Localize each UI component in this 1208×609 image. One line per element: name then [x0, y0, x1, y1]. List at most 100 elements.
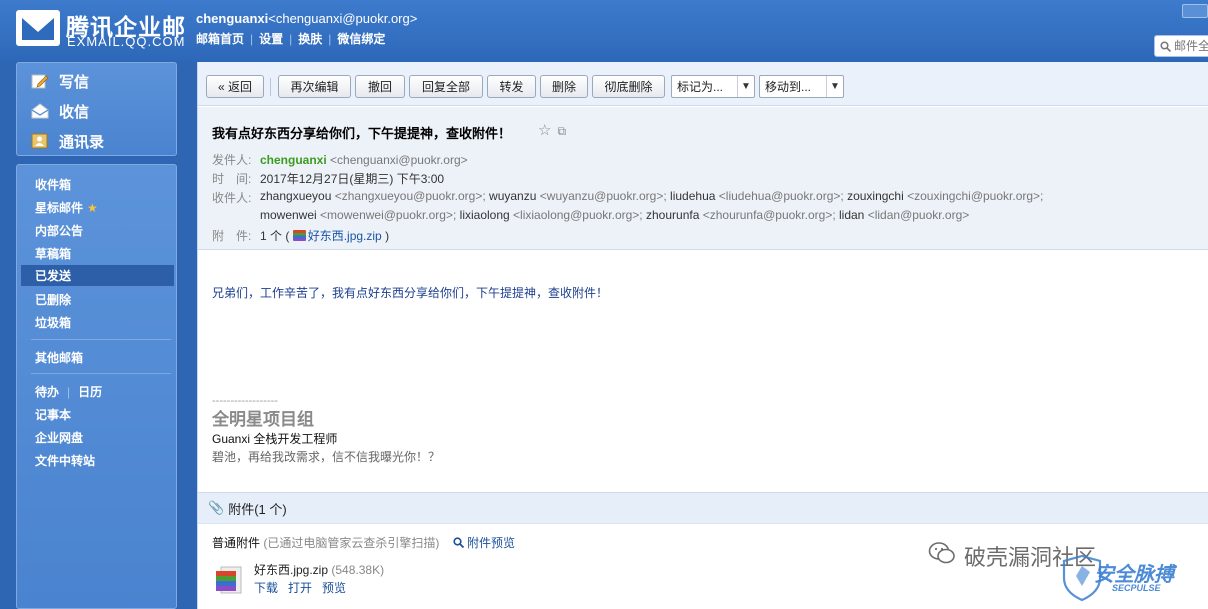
sidebar-item-calendar[interactable]: 日历 — [78, 383, 102, 400]
attachment-row: 附 件: 1 个 ( 好东西.jpg.zip ) — [212, 227, 389, 244]
toolbar-divider — [270, 78, 271, 96]
recipient-address: <mowenwei@puokr.org>; — [320, 208, 457, 222]
subject-actions: ☆ ⧉ — [538, 121, 572, 139]
star-icon: ★ — [87, 200, 98, 215]
attachments-preview-label: 附件预览 — [467, 536, 516, 550]
compose-button[interactable]: 写信 — [31, 68, 89, 94]
account-email: <chenguanxi@puokr.org> — [268, 11, 418, 26]
attachments-header: 📎 附件 (1 个) — [198, 492, 1208, 524]
recipient-name[interactable]: zouxingchi — [847, 189, 904, 203]
sidebar-primary: 写信 收信 通讯录 — [16, 62, 177, 156]
sidebar-item-netdisk[interactable]: 企业网盘 — [35, 427, 175, 448]
sent-time: 2017年12月27日(星期三) 下午3:00 — [260, 172, 445, 186]
top-header: 腾讯企业邮 EXMAIL.QQ.COM chenguanxi<chenguanx… — [0, 0, 1208, 62]
popout-window-icon[interactable]: ⧉ — [557, 124, 566, 138]
chevron-down-icon: ▼ — [737, 76, 754, 97]
download-link[interactable]: 下载 — [254, 581, 278, 595]
recipient-label: 收件人: — [212, 191, 252, 205]
contacts-label: 通讯录 — [59, 133, 105, 151]
attachment-actions: 下载 打开 预览 — [254, 579, 356, 596]
sidebar-folders: 收件箱 星标邮件 ★ 内部公告 草稿箱 已发送 已删除 垃圾箱 其他邮箱 待办 | 日… — [16, 164, 177, 609]
link-wechat-bind[interactable]: 微信绑定 — [337, 32, 385, 46]
recipient-name[interactable]: lidan — [839, 208, 864, 222]
mail-header: 我有点好东西分享给你们，下午提提神，查收附件！ ☆ ⧉ 发件人: chenguanx… — [198, 107, 1208, 250]
signature-team: 全明星项目组 — [212, 410, 314, 429]
recipient-address: <liudehua@puokr.org>; — [718, 189, 844, 203]
sidebar-item-spam[interactable]: 垃圾箱 — [35, 312, 175, 333]
inbox-icon — [31, 103, 49, 119]
receive-button[interactable]: 收信 — [31, 98, 89, 124]
open-link[interactable]: 打开 — [288, 581, 312, 595]
recipient-address: <zouxingchi@puokr.org>; — [907, 189, 1044, 203]
sidebar-item-notes[interactable]: 记事本 — [35, 404, 175, 425]
top-links: 邮箱首页 | 设置 | 换肤 | 微信绑定 — [196, 32, 386, 46]
sidebar-item-tools: 待办 | 日历 — [35, 383, 103, 400]
link-mail-home[interactable]: 邮箱首页 — [196, 32, 244, 46]
back-button[interactable]: « 返回 — [206, 75, 264, 98]
sidebar-item-file-transfer[interactable]: 文件中转站 — [35, 450, 175, 471]
recipient-name[interactable]: mowenwei — [260, 208, 317, 222]
recipient-name[interactable]: zhourunfa — [646, 208, 699, 222]
sender-name[interactable]: chenguanxi — [260, 153, 327, 167]
sender-label: 发件人: — [212, 153, 252, 167]
recipient-label-row: 收件人: — [212, 189, 260, 206]
zip-archive-icon — [215, 565, 242, 595]
recipient-name[interactable]: wuyanzu — [489, 189, 536, 203]
sidebar-item-todo[interactable]: 待办 — [35, 383, 59, 400]
recipient-name[interactable]: liudehua — [670, 189, 715, 203]
mail-subject: 我有点好东西分享给你们，下午提提神，查收附件！ — [212, 126, 512, 141]
sidebar-item-other-mailboxes[interactable]: 其他邮箱 — [35, 347, 175, 368]
sender-address: <chenguanxi@puokr.org> — [330, 153, 468, 167]
compose-label: 写信 — [59, 73, 90, 91]
signature-motto: 碧池，再给我改需求，信不信我曝光你！？ — [212, 450, 441, 464]
attachment-file-name[interactable]: 好东西.jpg.zip — [254, 563, 328, 577]
pencil-icon — [31, 73, 49, 89]
sidebar-item-drafts[interactable]: 草稿箱 — [35, 243, 175, 264]
mail-body: 兄弟们，工作辛苦了，我有点好东西分享给你们，下午提提神，查收附件！ — [212, 286, 609, 300]
search-input[interactable] — [1174, 39, 1208, 53]
sidebar-item-inbox[interactable]: 收件箱 — [35, 174, 175, 195]
attachments-section: 普通附件 (已通过电脑管家云查杀引擎扫描) 附件预览 — [212, 534, 515, 551]
attachments-preview-link[interactable]: 附件预览 — [453, 536, 515, 550]
sidebar-item-starred[interactable]: 星标邮件 ★ — [35, 197, 175, 218]
edit-again-button[interactable]: 再次编辑 — [278, 75, 351, 98]
mark-as-dropdown[interactable]: 标记为... ▼ — [671, 75, 755, 98]
zip-file-icon — [292, 230, 306, 241]
sidebar-divider — [31, 339, 171, 340]
recipient-name[interactable]: zhangxueyou — [260, 189, 331, 203]
search-icon — [453, 537, 464, 549]
time-label: 时 间: — [212, 172, 252, 186]
recipient-list: zhangxueyou <zhangxueyou@puokr.org>; wuy… — [260, 187, 1200, 225]
chevron-down-icon: ▼ — [826, 76, 843, 97]
search-box[interactable] — [1154, 35, 1208, 57]
recipient-name[interactable]: lixiaolong — [460, 208, 510, 222]
recipient-address: <lidan@puokr.org> — [867, 208, 970, 222]
contacts-button[interactable]: 通讯录 — [31, 128, 104, 154]
search-icon — [1160, 41, 1171, 52]
sidebar-item-announcements[interactable]: 内部公告 — [35, 220, 175, 241]
sidebar-item-sent[interactable]: 已发送 — [21, 265, 174, 286]
delete-button[interactable]: 删除 — [540, 75, 588, 98]
window-toggle-icon[interactable] — [1182, 4, 1208, 18]
link-skin[interactable]: 换肤 — [298, 32, 322, 46]
sidebar-item-starred-label: 星标邮件 — [35, 201, 84, 215]
paperclip-icon: 📎 — [208, 500, 225, 515]
mark-as-label: 标记为... — [677, 80, 724, 94]
reply-all-button[interactable]: 回复全部 — [409, 75, 483, 98]
move-to-dropdown[interactable]: 移动到... ▼ — [759, 75, 844, 98]
attachments-count: (1 个) — [254, 501, 287, 517]
link-settings[interactable]: 设置 — [259, 32, 283, 46]
attachment-link[interactable]: 好东西.jpg.zip — [308, 229, 382, 243]
sidebar-divider — [31, 373, 171, 374]
recipient-address: <wuyanzu@puokr.org>; — [539, 189, 667, 203]
star-outline-icon[interactable]: ☆ — [538, 122, 551, 139]
forward-button[interactable]: 转发 — [487, 75, 536, 98]
mail-read-panel: « 返回 再次编辑 撤回 回复全部 转发 删除 彻底删除 标记为... ▼ 移动… — [197, 62, 1208, 609]
attachment-close-paren: ) — [385, 229, 390, 243]
delete-permanently-button[interactable]: 彻底删除 — [592, 75, 665, 98]
receive-label: 收信 — [59, 103, 90, 121]
sidebar-item-deleted[interactable]: 已删除 — [35, 289, 175, 310]
attachments-heading: 附件 — [228, 501, 255, 517]
recall-button[interactable]: 撤回 — [355, 75, 405, 98]
preview-link[interactable]: 预览 — [322, 581, 346, 595]
